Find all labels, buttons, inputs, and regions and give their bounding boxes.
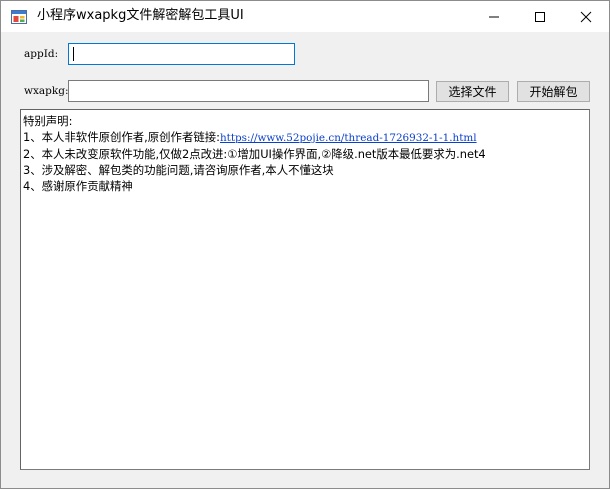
original-author-link[interactable]: https://www.52pojie.cn/thread-1726932-1-…	[220, 132, 477, 144]
output-log-textbox[interactable]: 特别声明: 1、本人非软件原创作者,原创作者链接:https://www.52p…	[20, 109, 590, 470]
minimize-button[interactable]	[471, 1, 517, 32]
appid-label: appId:	[24, 48, 59, 60]
log-line-4: 3、涉及解密、解包类的功能问题,请咨询原作者,本人不懂这块	[23, 163, 334, 177]
maximize-icon	[535, 12, 545, 22]
app-window-icon	[11, 9, 27, 25]
start-unpack-button[interactable]: 开始解包	[517, 81, 590, 102]
log-line-1: 特别声明:	[23, 114, 73, 128]
main-window: 小程序wxapkg文件解密解包工具UI appId: wxapkg: 选择文件 …	[0, 0, 610, 489]
close-icon	[580, 11, 592, 23]
log-line-5: 4、感谢原作贡献精神	[23, 179, 133, 193]
window-title: 小程序wxapkg文件解密解包工具UI	[37, 8, 244, 23]
log-line-3: 2、本人未改变原软件功能,仅做2点改进:①增加UI操作界面,②降级.net版本最…	[23, 147, 486, 161]
title-bar[interactable]: 小程序wxapkg文件解密解包工具UI	[1, 1, 609, 32]
wxapkg-label: wxapkg:	[24, 85, 69, 97]
choose-file-button[interactable]: 选择文件	[436, 81, 509, 102]
log-line-2: 1、本人非软件原创作者,原创作者链接:https://www.52pojie.c…	[23, 129, 587, 146]
minimize-icon	[489, 16, 499, 18]
appid-input[interactable]	[68, 43, 295, 65]
maximize-button[interactable]	[517, 1, 563, 32]
log-line-2-text: 1、本人非软件原创作者,原创作者链接:	[23, 130, 220, 144]
text-caret	[73, 47, 74, 61]
wxapkg-path-input[interactable]	[68, 80, 429, 102]
close-button[interactable]	[563, 1, 609, 32]
